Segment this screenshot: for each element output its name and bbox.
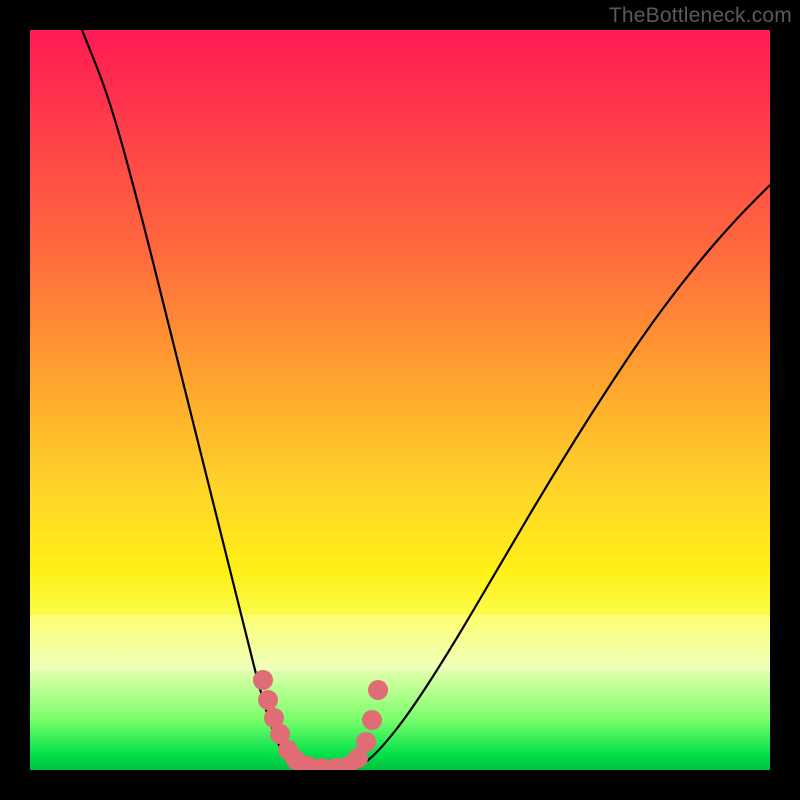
scatter-dot [258,690,278,710]
scatter-dot [362,710,382,730]
watermark-text: TheBottleneck.com [609,4,792,28]
scatter-dot [253,670,273,690]
right-curve [348,185,770,770]
bottom-dots [253,670,388,770]
chart-stage: TheBottleneck.com [0,0,800,800]
left-curve [82,30,326,770]
chart-svg [30,30,770,770]
chart-frame [30,30,770,770]
scatter-dot [356,732,376,752]
scatter-dot [368,680,388,700]
